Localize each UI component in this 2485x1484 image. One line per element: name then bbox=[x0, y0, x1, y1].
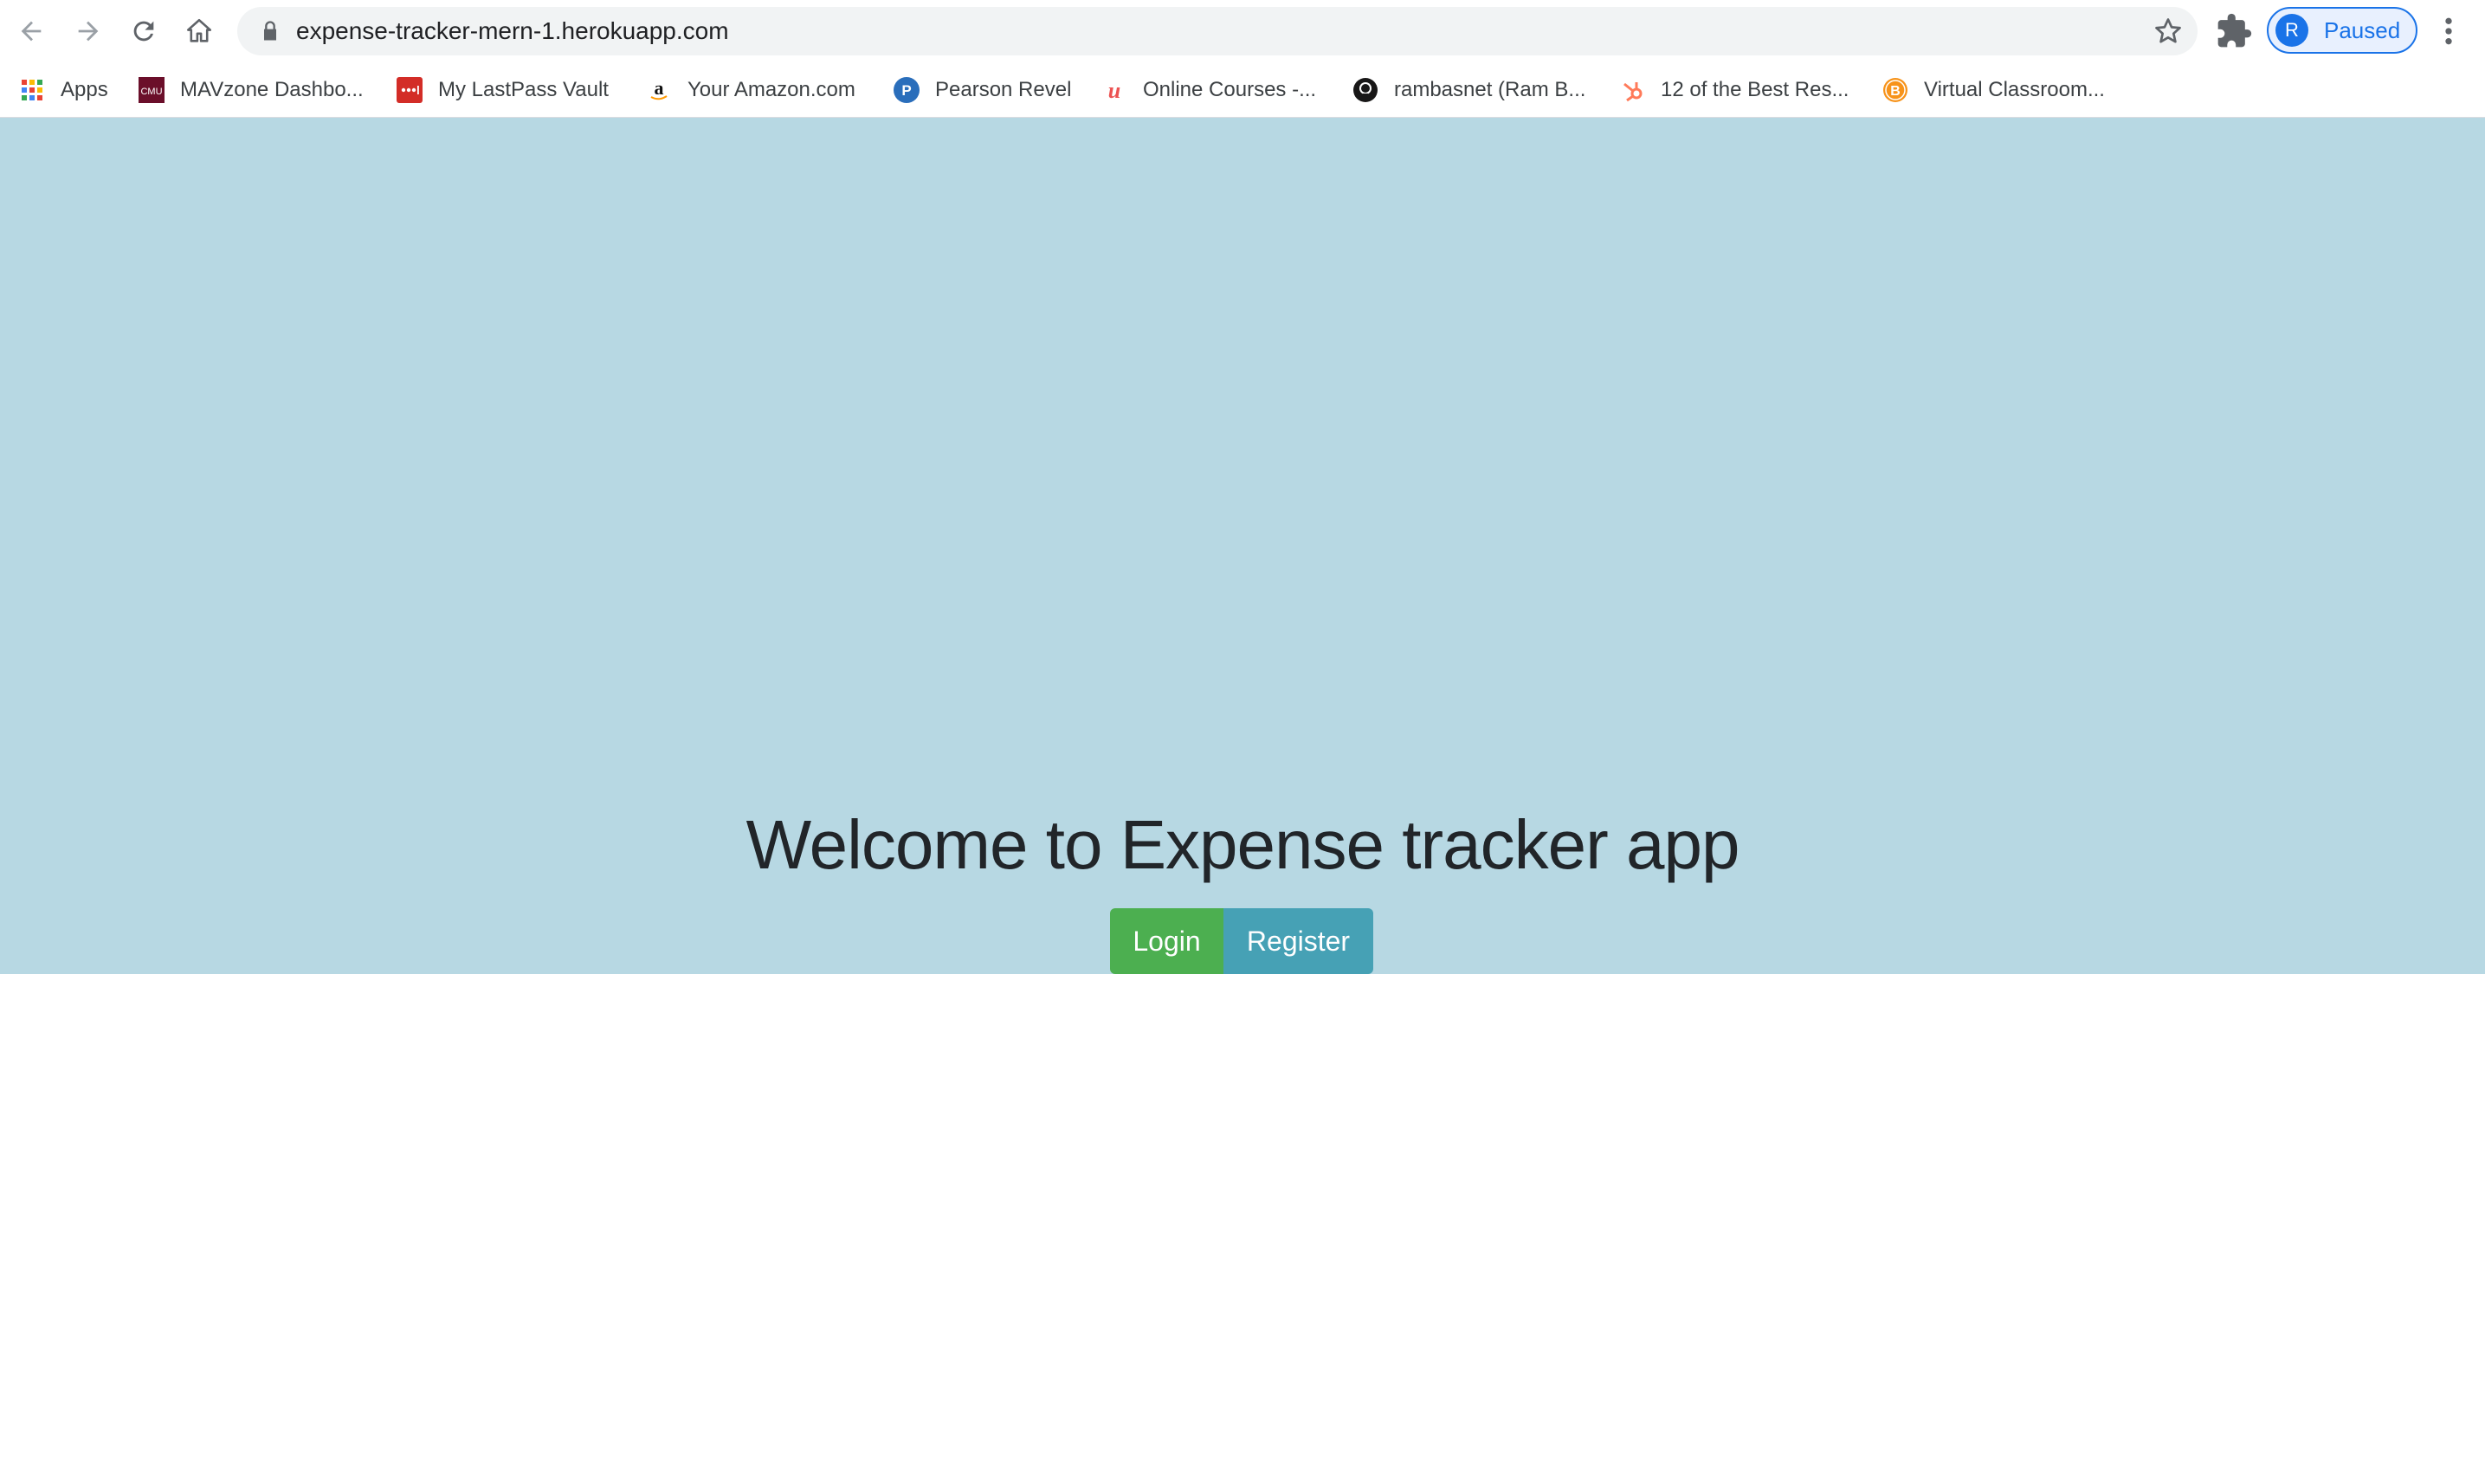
bookmark-star-icon[interactable] bbox=[2153, 16, 2184, 47]
svg-text:B: B bbox=[1890, 84, 1901, 99]
profile-status: Paused bbox=[2324, 17, 2401, 43]
home-button[interactable] bbox=[177, 9, 222, 54]
lock-icon bbox=[264, 21, 276, 41]
svg-text:a: a bbox=[655, 77, 664, 99]
bookmark-virtual-classroom[interactable]: B Virtual Classroom... bbox=[1882, 69, 2105, 111]
back-button[interactable] bbox=[9, 9, 54, 54]
bookmark-pearson[interactable]: P Pearson Revel bbox=[894, 69, 1071, 111]
extensions-puzzle-icon[interactable] bbox=[2215, 12, 2253, 50]
bookmark-label: MAVzone Dashbo... bbox=[180, 78, 364, 101]
bookmark-lastpass[interactable]: My LastPass Vault bbox=[397, 69, 609, 111]
bookmark-github[interactable]: rambasnet (Ram B... bbox=[1352, 69, 1585, 111]
bookmark-apps[interactable]: Apps bbox=[19, 69, 108, 111]
apps-grid-icon bbox=[19, 77, 45, 103]
hubspot-icon bbox=[1619, 77, 1645, 103]
bookmark-label: Pearson Revel bbox=[935, 78, 1072, 101]
bookmark-hubspot[interactable]: 12 of the Best Res... bbox=[1619, 69, 1849, 111]
page-title: Welcome to Expense tracker app bbox=[746, 806, 1740, 883]
bookmark-label: 12 of the Best Res... bbox=[1661, 78, 1849, 101]
bookmarks-bar: Apps CMU MAVzone Dashbo... My LastPass V… bbox=[0, 69, 2485, 111]
bookmark-amazon[interactable]: a Your Amazon.com bbox=[646, 69, 855, 111]
bookmark-udemy[interactable]: u Online Courses -... bbox=[1101, 69, 1316, 111]
home-icon bbox=[186, 18, 212, 42]
bookmark-label: Online Courses -... bbox=[1143, 78, 1317, 101]
kebab-menu-icon[interactable] bbox=[2438, 14, 2459, 48]
lastpass-icon bbox=[397, 77, 423, 103]
cmu-icon: CMU bbox=[139, 77, 165, 103]
amazon-icon: a bbox=[646, 77, 672, 103]
forward-button[interactable] bbox=[66, 9, 111, 54]
svg-text:u: u bbox=[1108, 78, 1120, 103]
url-text[interactable]: expense-tracker-mern-1.herokuapp.com bbox=[296, 7, 729, 55]
login-button[interactable]: Login bbox=[1110, 908, 1223, 974]
profile-button[interactable]: R Paused bbox=[2267, 7, 2417, 54]
forward-arrow-icon bbox=[78, 21, 99, 42]
bookmark-label: My LastPass Vault bbox=[438, 78, 609, 101]
browser-toolbar: expense-tracker-mern-1.herokuapp.com R P… bbox=[0, 0, 2485, 62]
udemy-icon: u bbox=[1101, 77, 1127, 103]
svg-text:CMU: CMU bbox=[140, 87, 162, 97]
github-icon bbox=[1352, 77, 1378, 103]
reload-button[interactable] bbox=[121, 9, 166, 54]
bookmark-mavzone[interactable]: CMU MAVzone Dashbo... bbox=[139, 69, 364, 111]
register-button[interactable]: Register bbox=[1223, 908, 1373, 974]
bookmark-label: Apps bbox=[61, 78, 108, 101]
browser-chrome: expense-tracker-mern-1.herokuapp.com R P… bbox=[0, 0, 2485, 118]
bitcoin-icon: B bbox=[1882, 77, 1908, 103]
bookmark-label: Virtual Classroom... bbox=[1924, 78, 2105, 101]
avatar: R bbox=[2275, 14, 2308, 47]
bookmark-label: rambasnet (Ram B... bbox=[1394, 78, 1586, 101]
address-bar[interactable]: expense-tracker-mern-1.herokuapp.com bbox=[237, 7, 2198, 55]
bookmark-label: Your Amazon.com bbox=[687, 78, 855, 101]
reload-icon bbox=[133, 21, 154, 42]
pearson-icon: P bbox=[894, 77, 920, 103]
back-arrow-icon bbox=[21, 21, 42, 42]
svg-text:P: P bbox=[901, 82, 911, 99]
